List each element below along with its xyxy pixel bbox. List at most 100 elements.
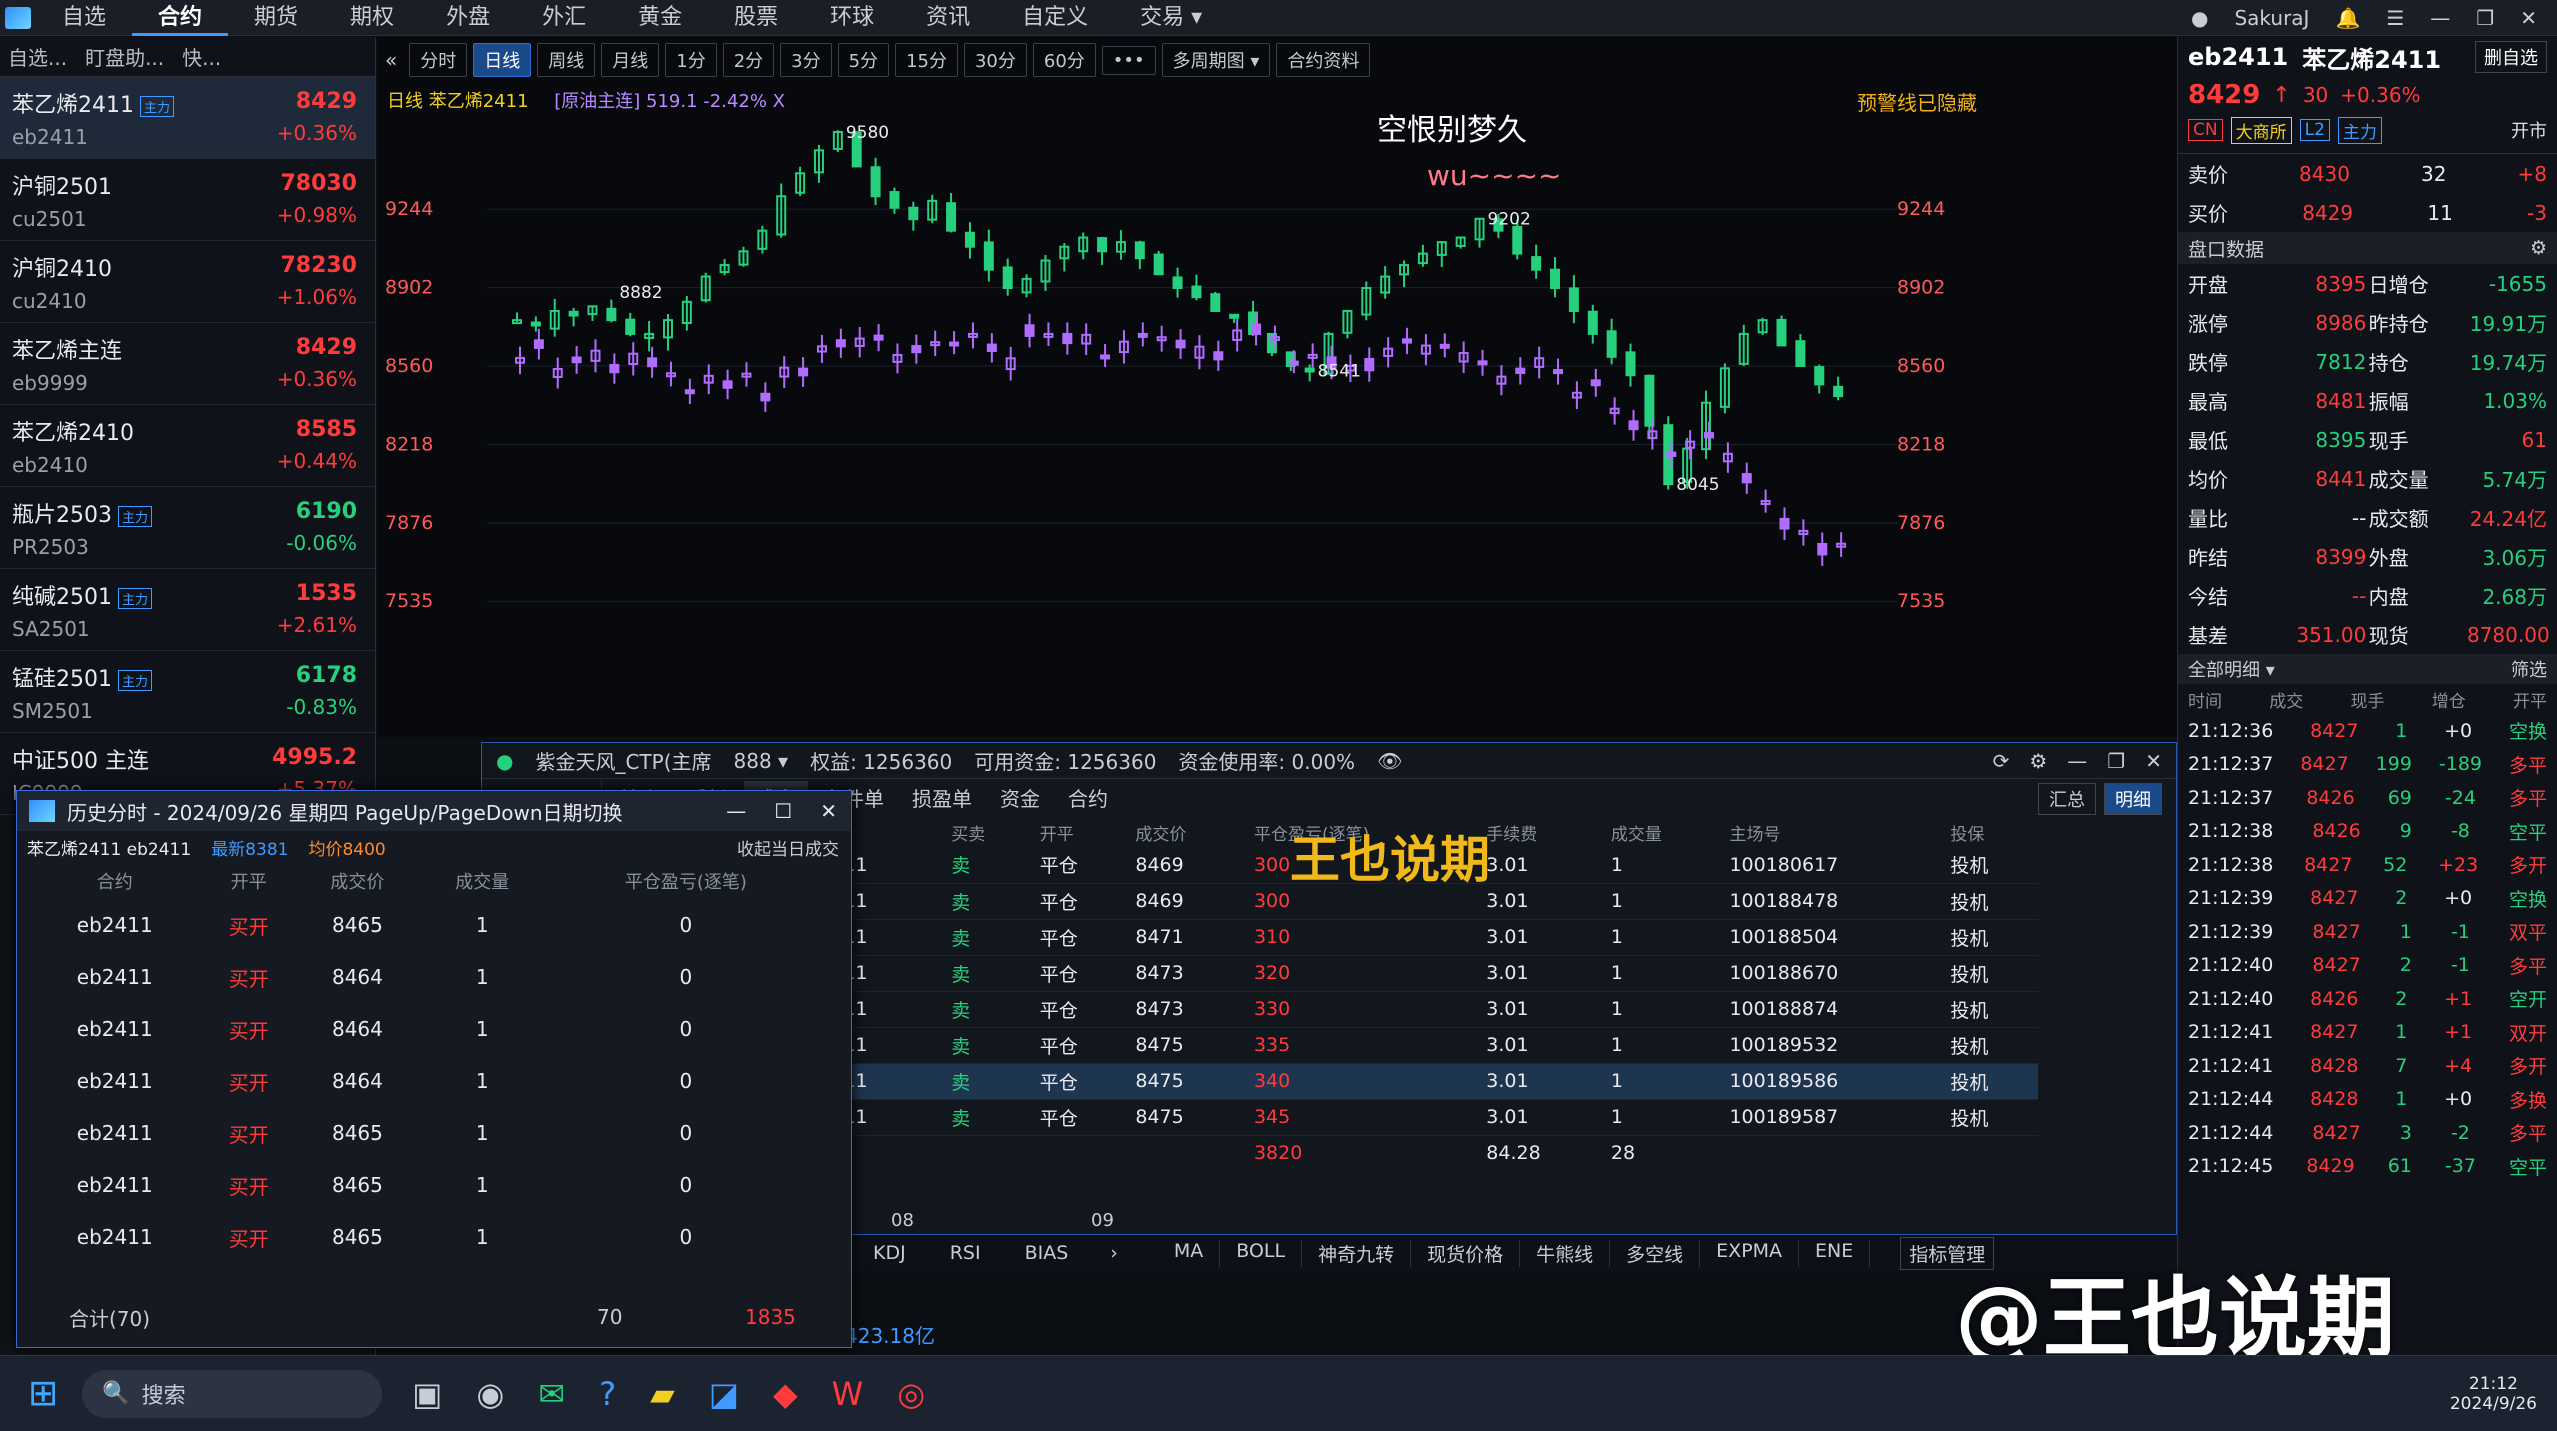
table-cell: 投机 <box>1950 855 1989 878</box>
filter-button[interactable]: 筛选 <box>2511 656 2547 682</box>
candle-body <box>908 206 919 221</box>
table-row[interactable]: eb2411 买开 8465 1 0 <box>27 899 827 951</box>
watchlist-item[interactable]: 苯乙烯主连 eb9999 8429 +0.36% <box>0 323 375 405</box>
menu-item[interactable]: 环球 <box>804 0 900 36</box>
collapse-trades-button[interactable]: 收起当日成交 <box>737 835 839 860</box>
help-icon[interactable]: ? <box>599 1375 616 1413</box>
watchlist-item[interactable]: 苯乙烯2411 主力 eb2411 8429 +0.36% <box>0 77 375 159</box>
account-select[interactable]: 888 ▾ <box>734 749 789 773</box>
close-icon[interactable]: ✕ <box>2520 6 2537 30</box>
menu-icon[interactable]: ☰ <box>2386 6 2404 30</box>
menu-item[interactable]: 股票 <box>708 0 804 36</box>
settings-icon[interactable]: ⚙ <box>2530 237 2547 259</box>
watchlist-item[interactable]: 沪铜2501 cu2501 78030 +0.98% <box>0 159 375 241</box>
menu-item[interactable]: 合约 <box>132 0 229 36</box>
maximize-icon[interactable]: ❐ <box>2107 749 2125 773</box>
table-cell: 8465 <box>331 1121 383 1145</box>
indicator-tab[interactable]: 牛熊线 <box>1520 1239 1611 1267</box>
account-name[interactable]: 紫金天风_CTP(主席 <box>535 746 711 775</box>
menu-item[interactable]: 期权 <box>324 0 420 36</box>
instrument-price: 8585 <box>295 417 357 442</box>
wechat-icon[interactable]: ✉ <box>538 1375 565 1413</box>
minimize-icon[interactable]: — <box>2067 749 2087 773</box>
trading-tab[interactable]: 合约 <box>1056 781 1120 811</box>
app-icon-8[interactable]: ◎ <box>897 1375 925 1413</box>
view-mode-button[interactable]: 汇总 <box>2038 783 2096 815</box>
instrument-change: +2.61% <box>276 613 357 637</box>
settings-icon[interactable]: ⚙ <box>2029 749 2047 773</box>
app-icon-w[interactable]: W <box>832 1375 864 1413</box>
watchlist-item[interactable]: 锰硅2501 主力 SM2501 6178 -0.83% <box>0 651 375 733</box>
menu-item[interactable]: 自选 <box>36 0 132 36</box>
app-icon-6[interactable]: ◆ <box>773 1375 798 1413</box>
notification-bell-icon[interactable]: 🔔 <box>2335 6 2360 30</box>
windows-start-icon[interactable]: ⊞ <box>28 1373 58 1414</box>
indicator-tab[interactable]: 多空线 <box>1610 1239 1701 1267</box>
tick-row: 21:12:45 8429 61 -37 空平 <box>2178 1150 2557 1184</box>
watchlist-item[interactable]: 纯碱2501 主力 SA2501 1535 +2.61% <box>0 569 375 651</box>
view-mode-button[interactable]: 明细 <box>2104 783 2162 815</box>
indicator-tab[interactable]: ENE <box>1799 1239 1871 1267</box>
browser-icon[interactable]: ◉ <box>476 1375 504 1413</box>
index-candle-body <box>1779 517 1790 530</box>
indicator-tab[interactable]: BIAS <box>1003 1242 1091 1264</box>
maximize-icon[interactable]: ❐ <box>2476 6 2494 30</box>
table-row[interactable]: eb2411 买开 8464 1 0 <box>27 1055 827 1107</box>
table-cell: 100189587 <box>1729 1106 1839 1128</box>
table-cell: 8473 <box>1135 962 1184 984</box>
candle-body <box>1153 253 1164 276</box>
eye-icon[interactable]: 👁 <box>1377 749 1402 773</box>
username[interactable]: SakuraJ <box>2234 6 2309 30</box>
indicator-tab[interactable]: KDJ <box>851 1242 928 1264</box>
index-candle-body <box>1251 323 1262 335</box>
refresh-icon[interactable]: ⟳ <box>1993 749 2010 773</box>
indicator-tab[interactable]: EXPMA <box>1700 1239 1800 1267</box>
close-icon[interactable]: ✕ <box>2145 749 2162 773</box>
detail-dropdown[interactable]: 全部明细 ▾ <box>2188 656 2275 682</box>
menu-item[interactable]: 期货 <box>228 0 324 36</box>
chevron-right-icon[interactable]: › <box>1110 1242 1118 1264</box>
minimize-icon[interactable]: — <box>726 799 746 823</box>
watchlist-item[interactable]: 苯乙烯2410 eb2410 8585 +0.44% <box>0 405 375 487</box>
menu-item[interactable]: 交易 ▾ <box>1114 0 1228 36</box>
menu-item[interactable]: 黄金 <box>612 0 708 36</box>
task-view-icon[interactable]: ▣ <box>412 1375 442 1413</box>
minimize-icon[interactable]: — <box>2430 6 2450 30</box>
watermark-center: 王也说期 <box>1290 831 1490 889</box>
indicator-tab[interactable]: RSI <box>928 1242 1003 1264</box>
folder-icon[interactable]: ▰ <box>650 1375 675 1413</box>
table-row[interactable]: eb2411 买开 8465 1 0 <box>27 1107 827 1159</box>
table-cell: 买开 <box>228 1122 269 1147</box>
watchlist-tab[interactable]: 快... <box>182 42 221 71</box>
indicator-tab[interactable]: BOLL <box>1220 1239 1303 1267</box>
view-mode: 汇总 明细 <box>2038 783 2162 815</box>
trading-tab[interactable]: 资金 <box>988 781 1052 811</box>
table-row[interactable]: eb2411 买开 8464 1 0 <box>27 1003 827 1055</box>
indicator-tab[interactable]: 神奇九转 <box>1302 1239 1412 1267</box>
menu-item[interactable]: 资讯 <box>900 0 996 36</box>
watchlist-item[interactable]: 沪铜2410 cu2410 78230 +1.06% <box>0 241 375 323</box>
watchlist-tab[interactable]: 盯盘助... <box>85 42 164 71</box>
menu-item[interactable]: 外汇 <box>516 0 612 36</box>
table-row[interactable]: eb2411 买开 8465 1 0 <box>27 1159 827 1211</box>
index-candle-body <box>1062 332 1073 345</box>
table-row[interactable]: eb2411 买开 8464 1 0 <box>27 951 827 1003</box>
watchlist-tab[interactable]: 自选... <box>8 42 67 71</box>
remove-watchlist-button[interactable]: 删自选 <box>2475 41 2547 73</box>
menu-item[interactable]: 外盘 <box>420 0 516 36</box>
table-row[interactable]: eb2411 买开 8465 1 0 <box>27 1211 827 1263</box>
table-cell: 投机 <box>1950 927 1989 950</box>
table-cell: eb2411 <box>76 1173 153 1197</box>
close-icon[interactable]: ✕ <box>820 799 837 823</box>
table-cell: 8475 <box>1135 1034 1184 1056</box>
indicator-tab[interactable]: MA <box>1158 1239 1221 1267</box>
trading-tab[interactable]: 损盈单 <box>900 781 984 811</box>
menu-item[interactable]: 自定义 <box>996 0 1114 36</box>
taskbar-clock[interactable]: 21:12 2024/9/26 <box>2450 1374 2537 1414</box>
indicator-tab[interactable]: 现货价格 <box>1411 1239 1521 1267</box>
maximize-icon[interactable]: ☐ <box>774 799 792 823</box>
taskbar-search[interactable]: 🔍 搜索 <box>82 1369 383 1418</box>
user-avatar-icon[interactable]: ● <box>2191 6 2208 30</box>
trading-app-icon[interactable]: ◪ <box>709 1375 739 1413</box>
watchlist-item[interactable]: 瓶片2503 主力 PR2503 6190 -0.06% <box>0 487 375 569</box>
